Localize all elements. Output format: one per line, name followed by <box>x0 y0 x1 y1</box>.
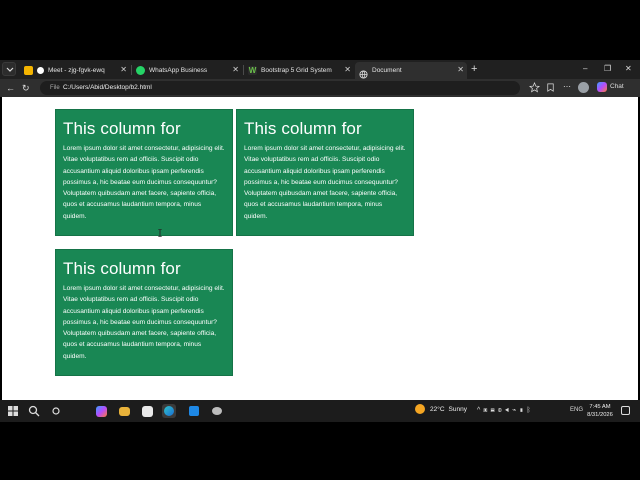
column-heading: This column for <box>244 119 362 138</box>
close-icon[interactable]: ✕ <box>457 65 464 75</box>
tab-whatsapp-label: WhatsApp Business <box>149 67 208 74</box>
copilot-app-icon[interactable] <box>96 406 107 417</box>
column-card: This column for Lorem ipsum dolor sit am… <box>236 109 414 236</box>
weather-temp: 22°C <box>430 405 445 413</box>
star-icon[interactable] <box>529 82 540 93</box>
back-arrow-icon[interactable]: ← <box>6 81 15 95</box>
notification-icon[interactable] <box>621 406 630 415</box>
new-tab-button[interactable]: + <box>471 62 477 76</box>
vscode-icon <box>189 406 199 416</box>
clock-time: 7:45 AM <box>589 404 611 410</box>
favorites-icon[interactable] <box>545 82 556 93</box>
weather-widget[interactable]: 22°C Sunny <box>415 404 471 414</box>
browser-tab-strip: Meet - zjg-fgvk-ewq ✕ WhatsApp Business … <box>0 60 640 79</box>
bootstrap-icon: W <box>248 66 257 75</box>
tray-app-icon[interactable]: ▤ <box>491 407 498 414</box>
column-card: This column for Lorem ipsum dolor sit am… <box>55 109 233 236</box>
tab-meet-label: Meet - zjg-fgvk-ewq <box>48 67 105 74</box>
windows-taskbar: 22°C Sunny ^▣▤◍◀⌁▮ᛒ ENG 7:45 AM 8/31/202… <box>0 400 640 422</box>
browser-toolbar: ← ↻ File C:/Users/Abid/Desktop/b2.html ⋯… <box>0 79 640 97</box>
text-cursor-icon <box>158 229 162 237</box>
column-card: This column for Lorem ipsum dolor sit am… <box>55 249 233 376</box>
tab-meet[interactable]: Meet - zjg-fgvk-ewq ✕ <box>20 62 130 79</box>
column-body: Lorem ipsum dolor sit amet consectetur, … <box>63 145 225 220</box>
file-explorer-icon[interactable] <box>119 407 130 416</box>
refresh-icon[interactable]: ↻ <box>22 81 30 95</box>
task-view-icon[interactable] <box>49 404 63 418</box>
tab-actions-menu-button[interactable] <box>2 62 16 76</box>
column-heading: This column for <box>63 119 181 138</box>
address-bar[interactable]: File C:/Users/Abid/Desktop/b2.html <box>40 81 520 95</box>
tab-document-label: Document <box>372 67 402 74</box>
sun-icon <box>415 404 425 414</box>
system-tray[interactable]: ^▣▤◍◀⌁▮ᛒ <box>477 406 534 414</box>
tray-app-icon[interactable]: ◍ <box>498 407 505 414</box>
weather-condition: Sunny <box>448 405 467 413</box>
profile-avatar[interactable] <box>578 82 589 93</box>
mic-icon[interactable]: ▮ <box>519 407 526 414</box>
search-icon[interactable] <box>27 404 41 418</box>
close-window-button[interactable]: ✕ <box>625 62 632 76</box>
windows-start-icon[interactable] <box>6 404 20 418</box>
vscode-taskbar-button[interactable] <box>187 404 201 418</box>
tab-bootstrap-label: Bootstrap 5 Grid System <box>261 67 332 74</box>
web-page: This column for Lorem ipsum dolor sit am… <box>2 97 638 400</box>
globe-icon <box>359 66 368 79</box>
store-icon[interactable] <box>142 406 153 417</box>
column-body: Lorem ipsum dolor sit amet consectetur, … <box>63 285 225 360</box>
clock[interactable]: 7:45 AM 8/31/2026 <box>586 403 614 419</box>
column-body: Lorem ipsum dolor sit amet consectetur, … <box>244 145 406 220</box>
copilot-chat-label[interactable]: Chat <box>610 82 624 92</box>
app-icon <box>212 407 222 415</box>
app-taskbar-button[interactable] <box>210 404 224 418</box>
edge-icon <box>164 406 174 416</box>
close-icon[interactable]: ✕ <box>232 65 239 75</box>
screen: Meet - zjg-fgvk-ewq ✕ WhatsApp Business … <box>0 0 640 480</box>
chevron-down-icon <box>6 67 14 72</box>
file-scheme-label: File <box>50 85 60 91</box>
clock-date: 8/31/2026 <box>587 412 613 418</box>
whatsapp-icon <box>136 66 145 75</box>
copilot-icon[interactable] <box>597 82 607 92</box>
bluetooth-icon[interactable]: ᛒ <box>527 407 534 414</box>
language-indicator[interactable]: ENG <box>570 407 583 413</box>
tab-bootstrap[interactable]: W Bootstrap 5 Grid System ✕ <box>244 62 354 79</box>
more-icon[interactable]: ⋯ <box>563 80 571 94</box>
tray-app-icon[interactable]: ▣ <box>483 407 490 414</box>
close-icon[interactable]: ✕ <box>120 65 127 75</box>
tab-whatsapp[interactable]: WhatsApp Business ✕ <box>132 62 242 79</box>
close-icon[interactable]: ✕ <box>344 65 351 75</box>
address-url[interactable]: C:/Users/Abid/Desktop/b2.html <box>63 83 152 93</box>
column-heading: This column for <box>63 259 181 278</box>
minimize-button[interactable]: – <box>583 62 587 76</box>
record-icon <box>37 67 44 74</box>
tab-document[interactable]: Document ✕ <box>355 62 467 79</box>
restore-button[interactable]: ❐ <box>604 62 611 76</box>
edge-taskbar-button[interactable] <box>162 404 176 418</box>
meet-icon <box>24 66 33 75</box>
